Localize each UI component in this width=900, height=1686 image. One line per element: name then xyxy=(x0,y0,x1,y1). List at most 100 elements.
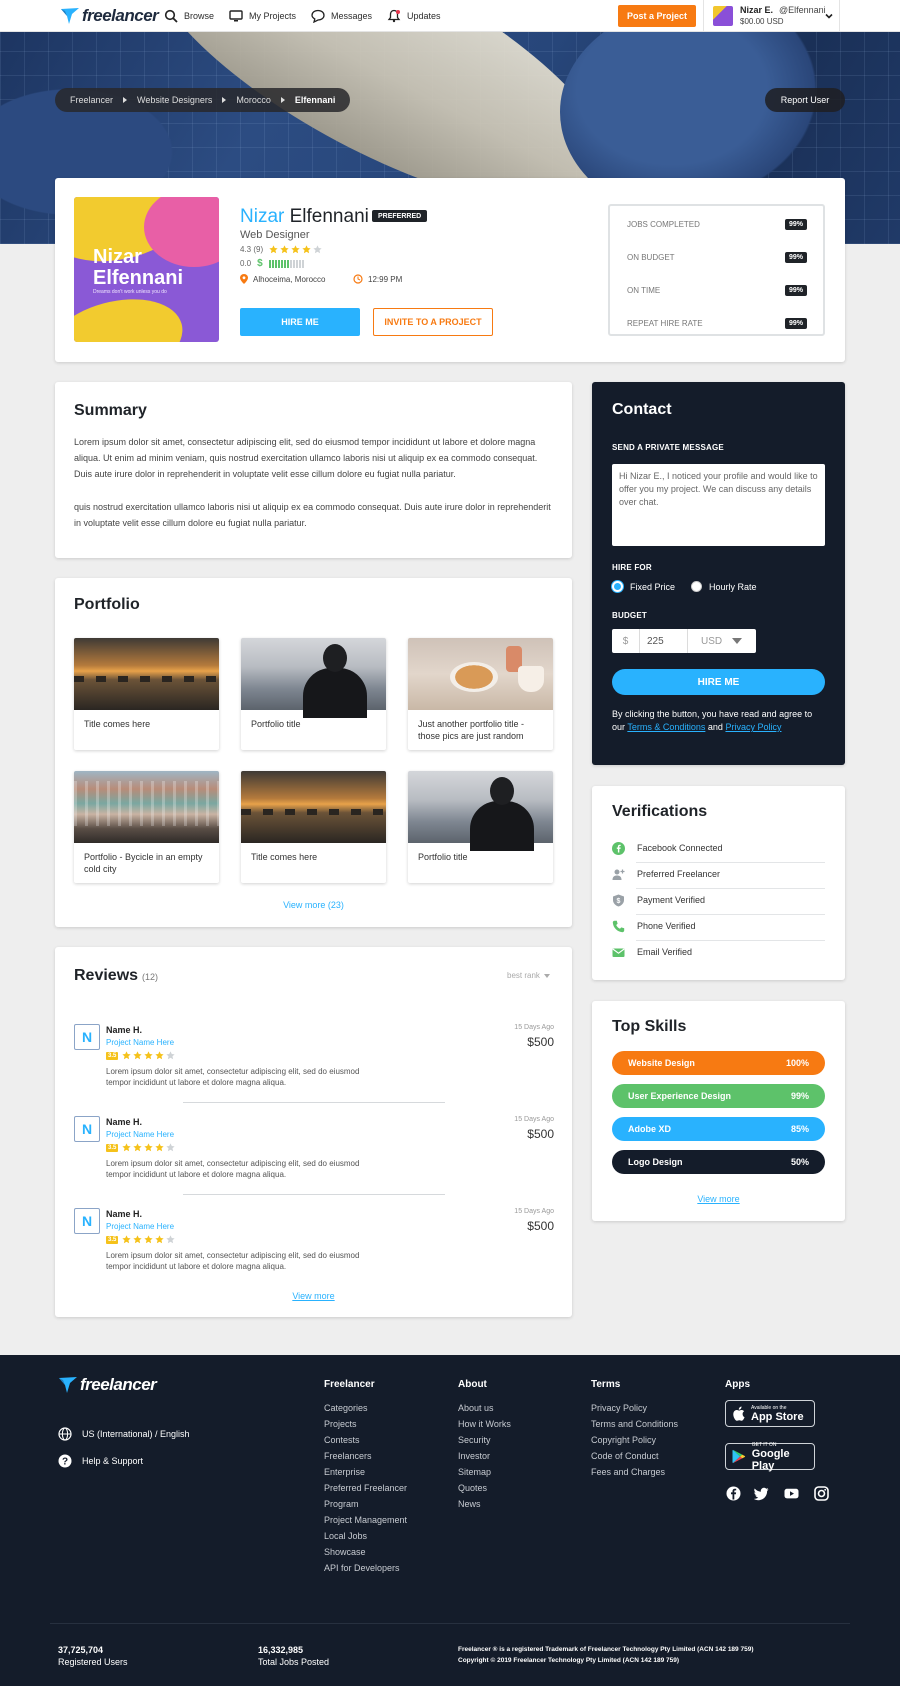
review-stars xyxy=(122,1143,175,1152)
nav-updates[interactable]: Updates xyxy=(387,9,441,23)
review-project-link[interactable]: Project Name Here xyxy=(106,1222,174,1231)
footer-link[interactable]: API for Developers xyxy=(324,1560,434,1576)
star-filled-icon xyxy=(302,245,311,254)
footer-link[interactable]: Privacy Policy xyxy=(591,1400,711,1416)
skill-pill[interactable]: User Experience Design 99% xyxy=(612,1084,825,1108)
freelancer-logo[interactable]: freelancer xyxy=(60,6,159,26)
footer-link[interactable]: Quotes xyxy=(458,1480,568,1496)
hire-for-label: HIRE FOR xyxy=(612,563,652,572)
nav-messages[interactable]: Messages xyxy=(311,9,372,23)
invite-to-project-button[interactable]: INVITE TO A PROJECT xyxy=(373,308,493,336)
contact-hire-me-button[interactable]: HIRE ME xyxy=(612,669,825,695)
skills-view-more-link[interactable]: View more xyxy=(592,1194,845,1204)
footer-link[interactable]: Investor xyxy=(458,1448,568,1464)
facebook-icon[interactable] xyxy=(726,1486,741,1501)
breadcrumb-item[interactable]: Website Designers xyxy=(137,95,212,105)
user-avatar xyxy=(713,6,733,26)
skill-pill[interactable]: Logo Design 50% xyxy=(612,1150,825,1174)
youtube-icon[interactable] xyxy=(784,1486,799,1501)
skill-pill[interactable]: Website Design 100% xyxy=(612,1051,825,1075)
footer-link[interactable]: Terms and Conditions xyxy=(591,1416,711,1432)
portfolio-item[interactable]: Portfolio - Bycicle in an empty cold cit… xyxy=(74,771,219,883)
footer-link[interactable]: Enterprise xyxy=(324,1464,434,1480)
portfolio-thumbnail xyxy=(408,771,553,851)
terms-link[interactable]: Terms & Conditions xyxy=(627,722,705,732)
budget-label: BUDGET xyxy=(612,611,647,620)
currency-select[interactable]: USD xyxy=(688,636,756,647)
footer-link[interactable]: How it Works xyxy=(458,1416,568,1432)
post-project-button[interactable]: Post a Project xyxy=(618,5,696,27)
portfolio-item[interactable]: Title comes here xyxy=(74,638,219,750)
footer-link[interactable]: Categories xyxy=(324,1400,434,1416)
review-divider xyxy=(183,1194,445,1195)
reviews-view-more-link[interactable]: View more xyxy=(55,1291,572,1301)
message-label: SEND A PRIVATE MESSAGE xyxy=(612,443,724,452)
breadcrumb-item[interactable]: Morocco xyxy=(236,95,271,105)
footer-link[interactable]: Preferred Freelancer Program xyxy=(324,1480,434,1512)
star-filled-icon xyxy=(122,1235,131,1244)
footer-link[interactable]: Copyright Policy xyxy=(591,1432,711,1448)
clock-icon xyxy=(353,274,363,284)
footer-column-title: About xyxy=(458,1379,487,1390)
footer-link[interactable]: Showcase xyxy=(324,1544,434,1560)
footer-link[interactable]: Project Management xyxy=(324,1512,434,1528)
help-support-link[interactable]: ? Help & Support xyxy=(58,1454,143,1468)
twitter-icon[interactable] xyxy=(754,1486,769,1501)
skill-name: User Experience Design xyxy=(628,1091,732,1101)
help-label: Help & Support xyxy=(82,1456,144,1466)
footer-link[interactable]: Freelancers xyxy=(324,1448,434,1464)
fixed-price-radio[interactable]: Fixed Price xyxy=(612,581,675,592)
earnings-bar-segment xyxy=(280,259,283,268)
verification-label: Facebook Connected xyxy=(637,843,723,853)
user-menu[interactable]: Nizar E. @Elfennani $00.00 USD xyxy=(703,0,840,32)
portfolio-view-more-link[interactable]: View more (23) xyxy=(55,900,572,910)
footer-link[interactable]: Local Jobs xyxy=(324,1528,434,1544)
star-filled-icon xyxy=(155,1143,164,1152)
breadcrumb-arrow-icon xyxy=(280,97,285,103)
locale-selector[interactable]: US (International) / English xyxy=(58,1427,190,1441)
reviews-sort-dropdown[interactable]: best rank xyxy=(507,971,550,980)
footer-link[interactable]: Contests xyxy=(324,1432,434,1448)
logo-text: freelancer xyxy=(82,6,159,25)
verification-email: Email Verified xyxy=(612,939,825,965)
footer-column-about: About About us How it Works Security Invest… xyxy=(458,1379,568,1512)
app-store-badge[interactable]: Available on the App Store xyxy=(725,1400,815,1427)
footer-link[interactable]: Code of Conduct xyxy=(591,1448,711,1464)
private-message-textarea[interactable]: Hi Nizar E., I noticed your profile and … xyxy=(612,464,825,546)
verification-facebook: Facebook Connected xyxy=(612,835,825,861)
hourly-rate-radio[interactable]: Hourly Rate xyxy=(691,581,757,592)
bird-logo-icon xyxy=(61,8,79,24)
portfolio-item[interactable]: Portfolio title xyxy=(241,638,386,750)
review-amount: $500 xyxy=(527,1219,554,1233)
review-text: Lorem ipsum dolor sit amet, consectetur … xyxy=(106,1159,360,1179)
review-amount: $500 xyxy=(527,1127,554,1141)
google-play-badge[interactable]: GET IT ON Google Play xyxy=(725,1442,815,1472)
footer-link[interactable]: About us xyxy=(458,1400,568,1416)
verification-payment: $ Payment Verified xyxy=(612,887,825,913)
footer-link[interactable]: News xyxy=(458,1496,568,1512)
nav-my-projects[interactable]: My Projects xyxy=(229,9,296,23)
portfolio-item[interactable]: Title comes here xyxy=(241,771,386,883)
footer-logo[interactable]: freelancer xyxy=(58,1375,157,1395)
hire-me-button[interactable]: HIRE ME xyxy=(240,308,360,336)
breadcrumb-item[interactable]: Freelancer xyxy=(70,95,113,105)
radio-button xyxy=(691,581,702,592)
review-project-link[interactable]: Project Name Here xyxy=(106,1038,174,1047)
skill-pill[interactable]: Adobe XD 85% xyxy=(612,1117,825,1141)
budget-amount-input[interactable]: 225 xyxy=(640,629,688,653)
footer-link[interactable]: Projects xyxy=(324,1416,434,1432)
review-text: Lorem ipsum dolor sit amet, consectetur … xyxy=(106,1067,360,1087)
footer-link[interactable]: Sitemap xyxy=(458,1464,568,1480)
footer-link[interactable]: Security xyxy=(458,1432,568,1448)
instagram-icon[interactable] xyxy=(814,1486,829,1501)
footer-link[interactable]: Fees and Charges xyxy=(591,1464,711,1480)
portfolio-item[interactable]: Just another portfolio title - those pic… xyxy=(408,638,553,750)
nav-browse[interactable]: Browse xyxy=(164,9,214,23)
review-project-link[interactable]: Project Name Here xyxy=(106,1130,174,1139)
report-user-button[interactable]: Report User xyxy=(765,88,845,112)
jobs-posted-stat: 16,332,985 Total Jobs Posted xyxy=(258,1645,330,1667)
review-rating: 3.5 xyxy=(106,1051,175,1060)
portfolio-item[interactable]: Portfolio title xyxy=(408,771,553,883)
skill-name: Logo Design xyxy=(628,1157,683,1167)
privacy-link[interactable]: Privacy Policy xyxy=(725,722,781,732)
